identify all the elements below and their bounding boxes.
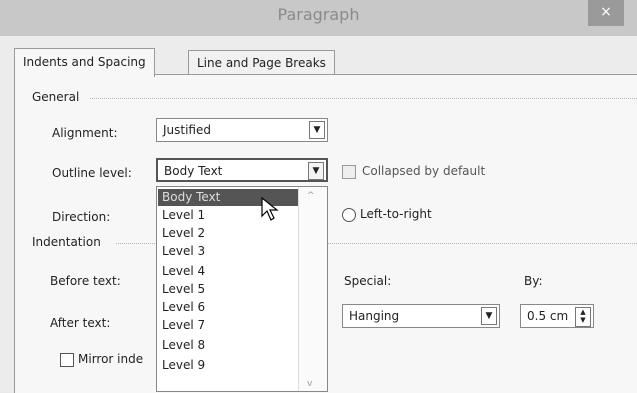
direction-label: Direction: [52, 210, 111, 224]
general-heading: General [32, 90, 84, 104]
dropdown-option[interactable]: Level 9 [158, 357, 302, 374]
scroll-up-icon[interactable]: ^ [307, 191, 315, 201]
dropdown-option[interactable]: Body Text [158, 189, 302, 206]
title-bar[interactable]: Paragraph × [0, 0, 637, 36]
chevron-down-icon[interactable]: ▼ [481, 307, 497, 325]
outline-level-value: Body Text [164, 164, 223, 178]
mirror-checkbox[interactable] [60, 353, 74, 367]
tab-line-and-page-breaks[interactable]: Line and Page Breaks [188, 50, 335, 75]
paragraph-dialog: Paragraph × Indents and Spacing Line and… [0, 0, 637, 393]
dropdown-option[interactable]: Level 4 [158, 263, 302, 280]
left-to-right-radio[interactable] [342, 208, 356, 222]
dropdown-option[interactable]: Level 3 [158, 243, 302, 260]
after-text-label: After text: [50, 316, 111, 330]
before-text-label: Before text: [50, 274, 121, 288]
scroll-down-icon[interactable]: v [307, 379, 312, 389]
chevron-down-icon[interactable]: ▼ [309, 121, 325, 139]
window-title: Paragraph [277, 5, 360, 24]
indentation-heading: Indentation [32, 235, 105, 249]
dropdown-option[interactable]: Level 8 [158, 337, 302, 354]
group-divider [90, 98, 637, 99]
special-value: Hanging [349, 309, 400, 323]
mirror-label: Mirror inde [78, 352, 144, 366]
spin-arrows-icon[interactable]: ▲ ▼ [575, 307, 591, 327]
dropdown-option[interactable]: Level 6 [158, 299, 302, 316]
alignment-label: Alignment: [52, 126, 118, 140]
outline-level-label: Outline level: [52, 166, 132, 180]
outline-level-select[interactable]: Body Text ▼ [156, 158, 328, 182]
special-label: Special: [344, 274, 392, 288]
collapsed-checkbox[interactable] [342, 165, 356, 179]
alignment-select[interactable]: Justified ▼ [156, 118, 328, 142]
tab-indents-and-spacing[interactable]: Indents and Spacing [14, 48, 155, 77]
alignment-value: Justified [163, 123, 211, 137]
by-label: By: [524, 274, 543, 288]
left-to-right-label: Left-to-right [360, 207, 432, 221]
special-select[interactable]: Hanging ▼ [342, 304, 500, 328]
mouse-pointer-icon [261, 196, 279, 221]
outline-level-dropdown-list: Body Text Level 1 Level 2 Level 3 Level … [156, 186, 328, 392]
dropdown-option[interactable]: Level 2 [158, 225, 302, 242]
dropdown-option[interactable]: Level 1 [158, 207, 302, 224]
dropdown-option[interactable]: Level 5 [158, 281, 302, 298]
dropdown-option[interactable]: Level 7 [158, 317, 302, 334]
collapsed-label: Collapsed by default [362, 164, 486, 178]
dropdown-scrollbar[interactable]: ^ v [298, 187, 327, 391]
by-value: 0.5 cm [527, 309, 569, 323]
chevron-down-icon[interactable]: ▼ [308, 162, 324, 180]
close-button[interactable]: × [588, 0, 624, 26]
tab-label: Indents and Spacing [23, 55, 146, 69]
by-input[interactable]: 0.5 cm ▲ ▼ [520, 304, 594, 328]
close-icon: × [600, 4, 612, 20]
tab-label: Line and Page Breaks [197, 56, 326, 70]
